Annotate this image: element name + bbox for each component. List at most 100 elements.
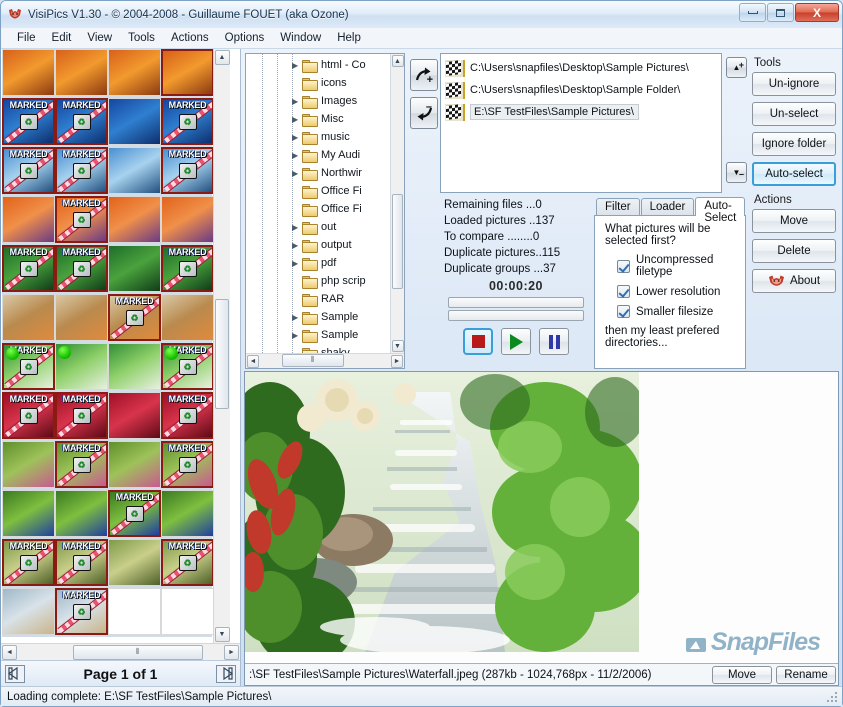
thumbnail-cell[interactable]	[2, 49, 55, 96]
maximize-button[interactable]	[767, 3, 794, 22]
close-button[interactable]: X	[795, 3, 839, 22]
tree-node[interactable]: icons	[246, 74, 390, 92]
chevron-right-icon[interactable]: ▶	[292, 331, 301, 340]
tree-node[interactable]: ▶My Audi	[246, 146, 390, 164]
thumbnail-cell[interactable]	[108, 196, 161, 243]
thumbnail-cell[interactable]	[108, 343, 161, 390]
thumbnail-cell[interactable]: ♻MARKED	[161, 539, 214, 586]
tree-node[interactable]: ▶out	[246, 218, 390, 236]
thumbnail-cell[interactable]: ♻MARKED	[55, 392, 108, 439]
thumbnail-cell[interactable]: ♻MARKED	[55, 441, 108, 488]
hscroll-track[interactable]: ⦀	[18, 645, 223, 660]
tab-loader[interactable]: Loader	[641, 198, 695, 216]
thumbnail-cell[interactable]: ♻MARKED	[161, 441, 214, 488]
move-button[interactable]: Move	[752, 209, 836, 233]
thumbnail-cell[interactable]	[2, 294, 55, 341]
thumbnail-cell[interactable]	[108, 392, 161, 439]
remove-folder-arrow-icon[interactable]: –	[410, 97, 438, 129]
about-button[interactable]: About	[752, 269, 836, 293]
menu-tools[interactable]: Tools	[120, 30, 163, 46]
selected-folder-list[interactable]: C:\Users\snapfiles\Desktop\Sample Pictur…	[440, 53, 722, 193]
tree-horizontal-scrollbar[interactable]: ◄ ⦀ ►	[246, 353, 404, 368]
tree-scroll-thumb[interactable]	[392, 194, 403, 289]
thumbnail-cell[interactable]: ♻MARKED	[161, 392, 214, 439]
thumbnail-cell[interactable]	[161, 490, 214, 537]
hscroll-thumb[interactable]: ⦀	[73, 645, 203, 660]
hscroll-right-icon[interactable]: ►	[224, 645, 239, 660]
tree-node[interactable]: ▶output	[246, 236, 390, 254]
resize-grip[interactable]	[827, 692, 839, 704]
tree-hscroll-right-icon[interactable]: ►	[391, 355, 403, 368]
menu-view[interactable]: View	[79, 30, 120, 46]
thumbnail-cell[interactable]: ♻MARKED	[108, 490, 161, 537]
thumbnail-cell[interactable]: ♻MARKED	[55, 539, 108, 586]
tree-node[interactable]: ▶Sample	[246, 308, 390, 326]
thumbnail-cell[interactable]: ♻MARKED	[2, 392, 55, 439]
play-button[interactable]	[501, 328, 531, 355]
tree-scroll-down-icon[interactable]: ▼	[392, 340, 404, 352]
thumbnail-cell[interactable]	[108, 245, 161, 292]
tree-node[interactable]: shaky	[246, 344, 390, 353]
thumbnail-cell[interactable]: ♻MARKED	[161, 98, 214, 145]
thumbnail-cell[interactable]	[161, 49, 214, 96]
thumbnail-cell[interactable]	[55, 49, 108, 96]
thumbnail-cell[interactable]: ♻MARKED	[161, 343, 214, 390]
chevron-right-icon[interactable]: ▶	[292, 169, 301, 178]
tree-vertical-scrollbar[interactable]: ▲ ▼	[390, 54, 404, 353]
minimize-button[interactable]	[739, 3, 766, 22]
menu-help[interactable]: Help	[329, 30, 369, 46]
tab-auto-select[interactable]: Auto-Select	[695, 197, 745, 216]
tree-node[interactable]: ▶pdf	[246, 254, 390, 272]
next-page-icon[interactable]	[216, 665, 236, 683]
chevron-right-icon[interactable]: ▶	[292, 241, 301, 250]
tree-scroll-up-icon[interactable]: ▲	[392, 55, 404, 67]
chevron-right-icon[interactable]: ▶	[292, 115, 301, 124]
pause-button[interactable]	[539, 328, 569, 355]
hscroll-left-icon[interactable]: ◄	[2, 645, 17, 660]
thumbnail-cell[interactable]: ♻MARKED	[55, 245, 108, 292]
thumbnail-cell[interactable]: ♻MARKED	[55, 196, 108, 243]
delete-button[interactable]: Delete	[752, 239, 836, 263]
thumbnail-cell[interactable]: ♻MARKED	[2, 343, 55, 390]
tree-node[interactable]: ▶Sample	[246, 326, 390, 344]
tree-hscroll-track[interactable]: ⦀	[260, 354, 390, 369]
thumbnail-cell[interactable]	[2, 441, 55, 488]
chevron-right-icon[interactable]: ▶	[292, 313, 301, 322]
menu-window[interactable]: Window	[272, 30, 329, 46]
thumbnail-cell[interactable]: ♻MARKED	[2, 98, 55, 145]
thumbnail-cell[interactable]	[161, 294, 214, 341]
thumbnail-cell[interactable]: ♻MARKED	[108, 294, 161, 341]
chevron-right-icon[interactable]: ▶	[292, 97, 301, 106]
tree-node[interactable]: ▶html - Co	[246, 56, 390, 74]
tree-node[interactable]: php scrip	[246, 272, 390, 290]
tree-node[interactable]: Office Fi	[246, 200, 390, 218]
thumbnail-cell[interactable]	[2, 196, 55, 243]
checkbox-lower-resolution[interactable]	[617, 285, 630, 298]
preview-move-button[interactable]: Move	[712, 666, 772, 684]
auto-select-button[interactable]: Auto-select	[752, 162, 836, 186]
un-ignore-button[interactable]: Un-ignore	[752, 72, 836, 96]
chevron-right-icon[interactable]: ▶	[292, 223, 301, 232]
chevron-right-icon[interactable]: ▶	[292, 133, 301, 142]
tree-node[interactable]: Office Fi	[246, 182, 390, 200]
preview-rename-button[interactable]: Rename	[776, 666, 836, 684]
folder-list-item[interactable]: C:\Users\snapfiles\Desktop\Sample Folder…	[441, 79, 721, 101]
option-lower-resolution[interactable]: Lower resolution	[617, 285, 735, 298]
thumbnail-cell[interactable]: ♻MARKED	[2, 147, 55, 194]
chevron-right-icon[interactable]: ▶	[292, 151, 301, 160]
thumbnail-cell[interactable]: ♻MARKED	[55, 588, 108, 635]
menu-options[interactable]: Options	[217, 30, 273, 46]
checkbox-smaller-filesize[interactable]	[617, 305, 630, 318]
ignore-folder-button[interactable]: Ignore folder	[752, 132, 836, 156]
tree-hscroll-thumb[interactable]: ⦀	[282, 354, 344, 367]
tree-hscroll-left-icon[interactable]: ◄	[247, 355, 259, 368]
tree-node[interactable]: ▶Misc	[246, 110, 390, 128]
thumbnail-cell[interactable]: ♻MARKED	[55, 98, 108, 145]
thumbnail-cell[interactable]	[55, 294, 108, 341]
stop-button[interactable]	[463, 328, 493, 355]
un-select-button[interactable]: Un-select	[752, 102, 836, 126]
thumbnail-cell[interactable]	[2, 588, 55, 635]
menu-actions[interactable]: Actions	[163, 30, 217, 46]
scroll-thumb[interactable]	[215, 299, 229, 409]
folder-tree[interactable]: ▶html - Coicons▶Images▶Misc▶music▶My Aud…	[246, 54, 390, 353]
